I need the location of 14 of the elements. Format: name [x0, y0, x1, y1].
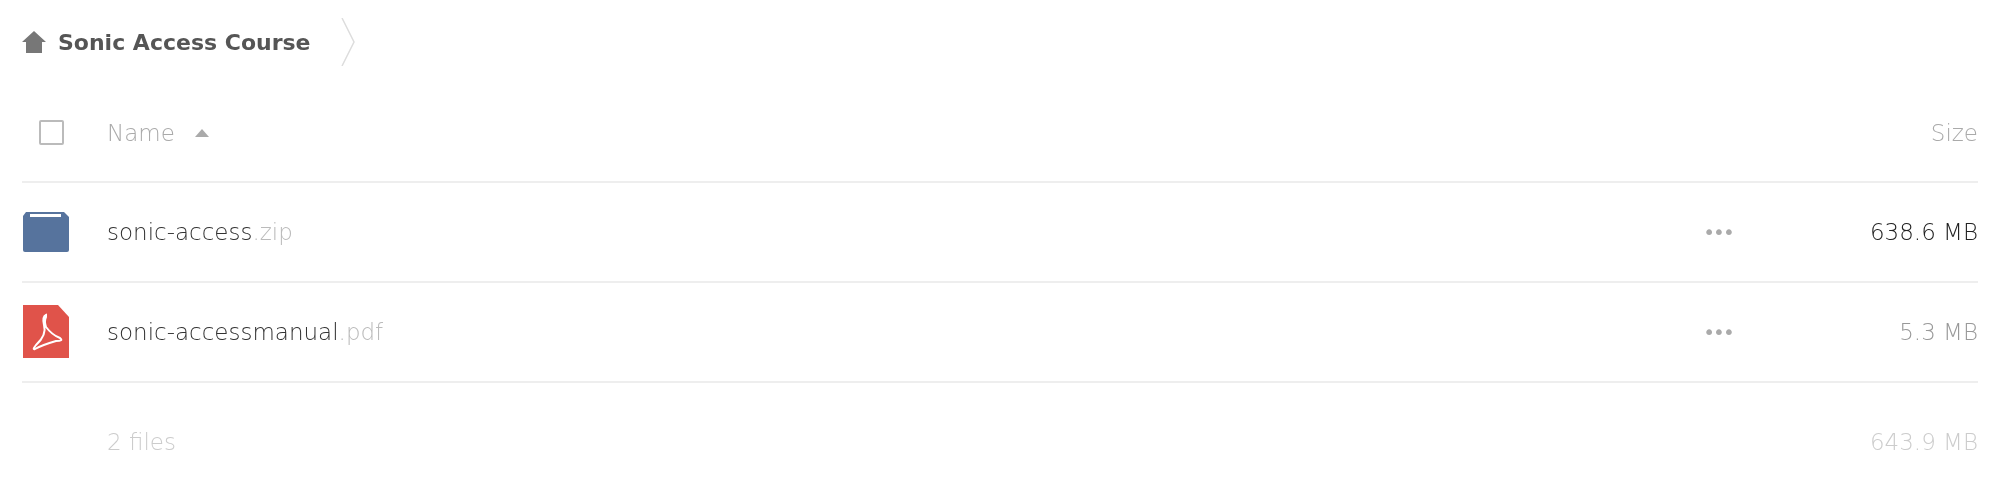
- file-name[interactable]: sonic-access.zip: [107, 219, 1658, 245]
- more-actions-button[interactable]: •••: [1658, 320, 1778, 344]
- file-name[interactable]: sonic-accessmanual.pdf: [107, 319, 1658, 345]
- pdf-icon: [22, 305, 70, 359]
- name-column-header[interactable]: Name: [107, 119, 175, 146]
- select-all-checkbox[interactable]: [39, 120, 64, 145]
- size-column-header[interactable]: Size: [1778, 119, 1978, 146]
- file-size: 638.6 MB: [1868, 219, 1978, 245]
- breadcrumb-link[interactable]: Sonic Access Course: [58, 29, 311, 55]
- more-actions-button[interactable]: •••: [1658, 220, 1778, 244]
- chevron-separator-icon: [340, 18, 355, 66]
- archive-icon: [22, 212, 70, 252]
- home-icon[interactable]: [22, 31, 46, 53]
- file-size: 5.3 MB: [1898, 319, 1978, 345]
